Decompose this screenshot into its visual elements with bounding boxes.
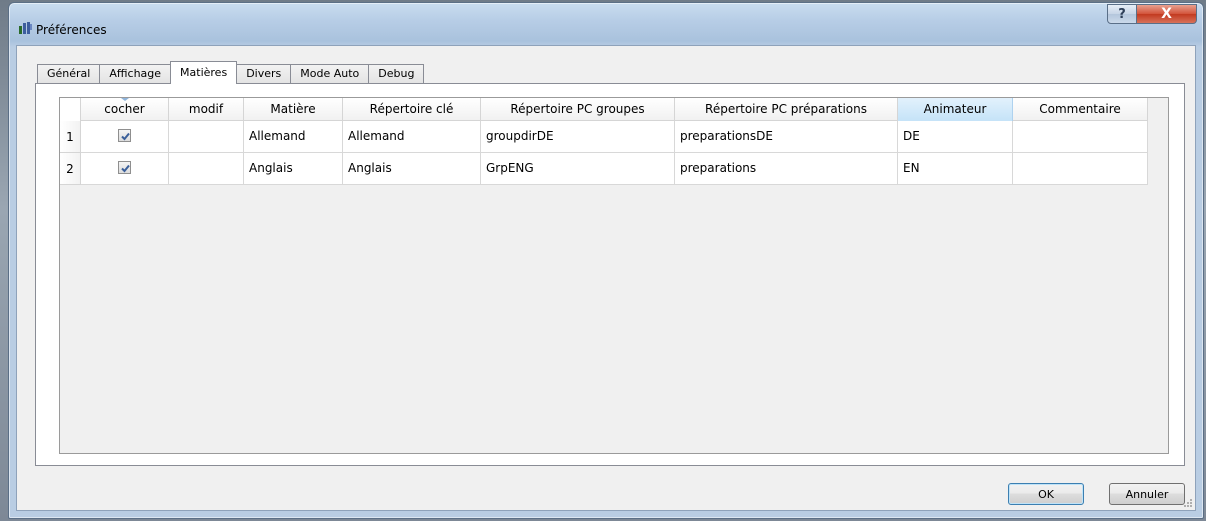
tab-matieres[interactable]: Matières [170,61,238,84]
window-title: Préférences [36,23,107,37]
table-header: cocher modif Matière Répertoire clé Répe… [60,98,1148,121]
tab-affichage[interactable]: Affichage [100,64,172,84]
row-header[interactable]: 2 [60,153,81,185]
tab-divers[interactable]: Divers [237,64,292,84]
column-header-animateur[interactable]: Animateur [898,98,1013,121]
cell-animateur[interactable]: EN [898,153,1013,185]
column-header-repertoire-pc-preparations[interactable]: Répertoire PC préparations [675,98,898,121]
matieres-panel: cocher modif Matière Répertoire clé Répe… [35,83,1185,466]
cell-matiere[interactable]: Allemand [244,121,343,153]
help-icon: ? [1118,6,1126,22]
sort-indicator-icon [120,98,129,101]
cocher-checkbox[interactable] [118,129,131,142]
cell-commentaire[interactable] [1013,121,1148,153]
cell-pc-preparations[interactable]: preparations [675,153,898,185]
dialog-client-area: Général Affichage Matières Divers Mode A… [16,45,1196,511]
tab-general[interactable]: Général [37,64,101,84]
tab-mode-auto[interactable]: Mode Auto [291,64,370,84]
cell-pc-groupes[interactable]: GrpENG [481,153,675,185]
cell-pc-preparations[interactable]: preparationsDE [675,121,898,153]
cancel-button[interactable]: Annuler [1109,483,1185,505]
cell-cocher[interactable] [81,153,169,185]
table-row: 2 Anglais Anglais GrpENG preparations EN [60,153,1148,185]
cell-repertoire-cle[interactable]: Anglais [343,153,481,185]
cell-pc-groupes[interactable]: groupdirDE [481,121,675,153]
cell-modif[interactable] [169,153,244,185]
help-button[interactable]: ? [1107,4,1137,24]
close-button[interactable]: X [1137,4,1197,24]
cell-animateur[interactable]: DE [898,121,1013,153]
column-header-matiere[interactable]: Matière [244,98,343,121]
cell-repertoire-cle[interactable]: Allemand [343,121,481,153]
close-icon: X [1161,6,1172,22]
checkmark-icon [121,132,130,141]
cocher-checkbox[interactable] [118,161,131,174]
column-header-modif[interactable]: modif [169,98,244,121]
resize-grip-icon[interactable] [1183,498,1193,508]
column-header-repertoire-cle[interactable]: Répertoire clé [343,98,481,121]
cell-matiere[interactable]: Anglais [244,153,343,185]
checkmark-icon [121,164,130,173]
column-header-repertoire-pc-groupes[interactable]: Répertoire PC groupes [481,98,675,121]
app-icon [19,22,33,35]
subjects-table[interactable]: cocher modif Matière Répertoire clé Répe… [59,97,1169,454]
table-corner[interactable] [60,98,81,121]
column-header-commentaire[interactable]: Commentaire [1013,98,1148,121]
table-row: 1 Allemand Allemand groupdirDE preparati… [60,121,1148,153]
row-header[interactable]: 1 [60,121,81,153]
tab-debug[interactable]: Debug [369,64,425,84]
cell-modif[interactable] [169,121,244,153]
cell-cocher[interactable] [81,121,169,153]
tab-bar: Général Affichage Matières Divers Mode A… [37,60,425,84]
cell-commentaire[interactable] [1013,153,1148,185]
column-header-cocher[interactable]: cocher [81,98,169,121]
title-bar[interactable]: Préférences ? X [9,3,1203,43]
preferences-dialog: Préférences ? X Général Affichage Matièr… [8,2,1204,519]
ok-button[interactable]: OK [1008,483,1084,505]
table-body: 1 Allemand Allemand groupdirDE preparati… [60,121,1148,185]
